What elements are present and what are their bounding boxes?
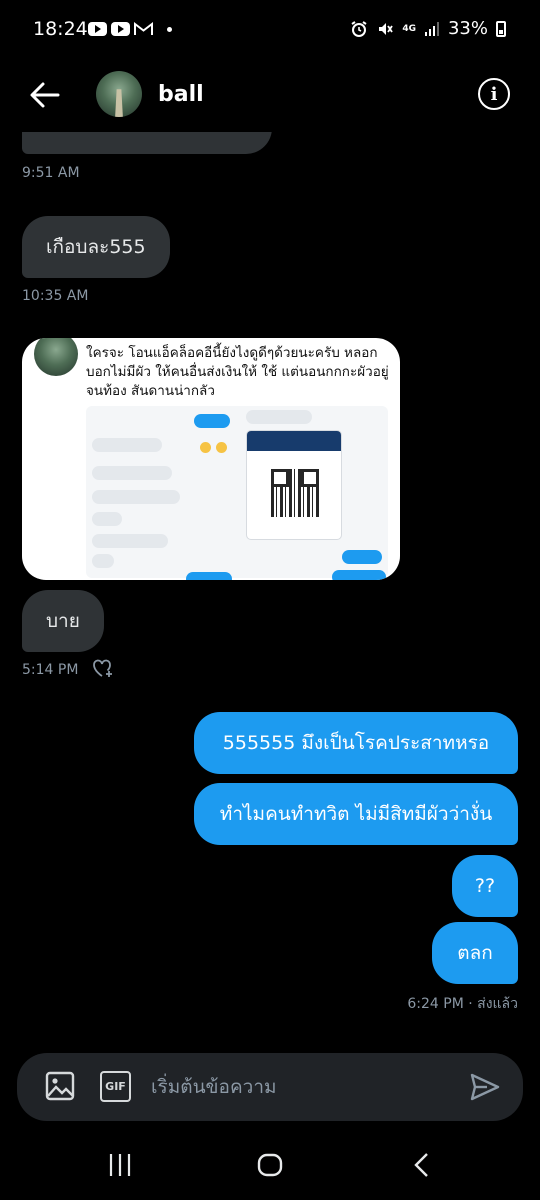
gif-button[interactable]: GIF [100,1071,131,1102]
more-notifications-icon [167,26,172,32]
emoji [216,442,227,453]
status-bar: 18:24 4G 33% [0,0,540,60]
gmail-icon [134,22,153,35]
notification-icons [88,22,172,36]
message-bubble-incoming[interactable]: เกือบละ555 [22,216,170,278]
message-bubble-outgoing[interactable]: 555555 มึงเป็นโรคประสาทหรอ [194,712,518,774]
contact-avatar[interactable] [96,71,142,117]
signal-icon [424,21,439,36]
system-navigation-bar [0,1130,540,1200]
message-status: 6:24 PM · ส่งแล้ว [407,996,518,1012]
message-input[interactable] [151,1053,451,1121]
recent-apps-icon[interactable] [108,1152,132,1178]
message-text: ตลก [457,942,493,964]
screenshot-bubble [342,550,382,564]
qr-card-header [247,431,341,451]
contact-name[interactable]: ball [158,82,204,107]
mute-icon [379,22,394,35]
screenshot-bubble [92,512,122,526]
tweet-author-avatar [34,338,78,376]
alarm-icon [351,20,367,37]
screenshot-bubble [332,570,386,580]
screenshot-bubble [194,414,230,428]
shared-image-message[interactable]: ใครจะ โอนแอ็คล็อคอีนี้ยังไงดูดีๆด้วยนะคร… [22,338,400,580]
message-list[interactable]: 9:51 AM เกือบละ555 10:35 AM ใครจะ โอนแอ็… [0,132,540,1042]
message-bubble-partial[interactable] [22,132,272,154]
message-bubble-incoming[interactable]: บาย [22,590,104,652]
message-timestamp: 10:35 AM [22,288,89,304]
chat-screenshot-image [86,406,388,580]
qr-payment-card [246,430,342,540]
screenshot-bubble [186,572,232,580]
emoji [200,442,211,453]
youtube-icon [111,22,130,36]
tweet-text: ใครจะ โอนแอ็คล็อคอีนี้ยังไงดูดีๆด้วยนะคร… [86,345,389,399]
message-text: 555555 มึงเป็นโรคประสาทหรอ [222,732,490,754]
info-icon[interactable]: i [478,78,510,110]
battery-icon [496,20,506,37]
screenshot-bubble [92,554,114,568]
message-timestamp: 9:51 AM [22,165,80,181]
screenshot-bubble [92,438,162,452]
screenshot-bubble [92,490,180,504]
message-bubble-outgoing[interactable]: ตลก [432,922,518,984]
gif-label: GIF [105,1080,126,1093]
status-time: 18:24 [33,18,88,40]
home-icon[interactable] [257,1152,283,1178]
network-type: 4G [402,23,416,34]
battery-percent: 33% [447,18,488,39]
screenshot-bubble [92,466,172,480]
message-text: บาย [46,610,80,632]
youtube-icon [88,22,107,36]
screenshot-bubble [246,410,312,424]
message-bubble-outgoing[interactable]: ?? [452,855,518,917]
back-nav-icon[interactable] [412,1152,432,1178]
message-text: เกือบละ555 [46,236,146,258]
message-composer: GIF [17,1053,523,1121]
screenshot-bubble [92,534,168,548]
add-reaction-icon[interactable] [90,656,114,680]
qr-code [271,469,319,517]
system-indicators: 4G 33% [350,18,506,39]
message-text: ทำไมคนทำทวิต ไม่มีสิทมีผัวว่างั่น [219,803,493,825]
message-bubble-outgoing[interactable]: ทำไมคนทำทวิต ไม่มีสิทมีผัวว่างั่น [194,783,518,845]
conversation-header: ball i [0,60,540,132]
message-timestamp: 5:14 PM [22,662,79,678]
back-arrow-icon[interactable] [28,80,62,110]
message-text: ?? [474,875,496,897]
send-icon[interactable] [469,1071,501,1103]
image-icon[interactable] [45,1071,75,1101]
